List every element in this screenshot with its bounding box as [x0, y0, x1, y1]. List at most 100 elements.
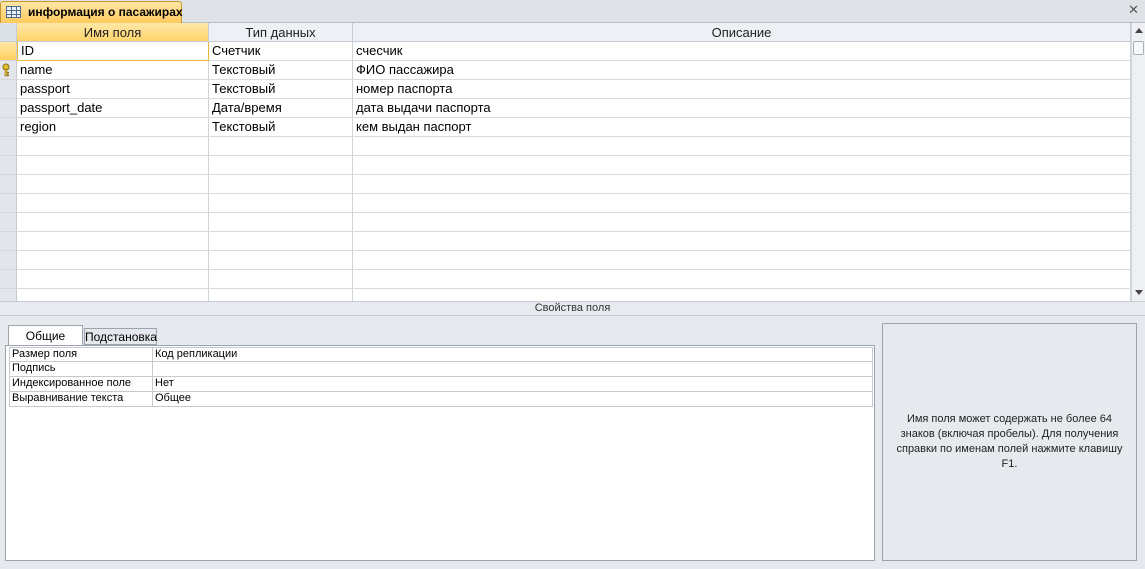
row-selector[interactable]: [0, 251, 17, 270]
description-cell[interactable]: кем выдан паспорт: [353, 118, 1131, 137]
field-name-cell[interactable]: [17, 251, 209, 270]
field-name-cell[interactable]: [17, 156, 209, 175]
description-cell[interactable]: [353, 270, 1131, 289]
data-type-cell[interactable]: Текстовый: [209, 80, 353, 99]
table-row[interactable]: [0, 270, 1131, 289]
description-cell[interactable]: [353, 213, 1131, 232]
table-row[interactable]: passport Текстовый номер паспорта: [0, 80, 1131, 99]
tab-lookup[interactable]: Подстановка: [84, 328, 157, 345]
description-cell[interactable]: [353, 251, 1131, 270]
field-name-cell[interactable]: [17, 270, 209, 289]
field-name-cell[interactable]: passport_date: [17, 99, 209, 118]
property-value[interactable]: Нет: [152, 377, 873, 392]
document-tab[interactable]: информация о пасажирах: [0, 1, 183, 23]
row-selector[interactable]: [0, 99, 17, 118]
row-selector[interactable]: [0, 289, 17, 301]
data-type-cell[interactable]: Счетчик: [209, 42, 353, 61]
row-selector[interactable]: [0, 61, 17, 80]
properties-panel: Размер поля Код репликации Подпись Индексир…: [5, 345, 875, 561]
tab-general[interactable]: Общие: [8, 325, 83, 346]
description-cell[interactable]: счесчик: [353, 42, 1131, 61]
field-name-cell[interactable]: region: [17, 118, 209, 137]
field-name-cell[interactable]: name: [17, 61, 209, 80]
table-row[interactable]: [0, 289, 1131, 301]
field-name-cell[interactable]: [17, 194, 209, 213]
field-name-cell[interactable]: [17, 137, 209, 156]
field-name-cell[interactable]: [17, 213, 209, 232]
property-label: Размер поля: [9, 347, 152, 362]
data-type-cell[interactable]: [209, 156, 353, 175]
table-row[interactable]: [0, 175, 1131, 194]
table-row[interactable]: [0, 156, 1131, 175]
row-selector[interactable]: [0, 194, 17, 213]
table-row[interactable]: region Текстовый кем выдан паспорт: [0, 118, 1131, 137]
property-label: Индексированное поле: [9, 377, 152, 392]
table-row[interactable]: [0, 232, 1131, 251]
data-type-cell[interactable]: [209, 194, 353, 213]
data-type-cell[interactable]: Дата/время: [209, 99, 353, 118]
table-row[interactable]: [0, 137, 1131, 156]
table-row[interactable]: passport_date Дата/время дата выдачи паспо…: [0, 99, 1131, 118]
vertical-scrollbar[interactable]: [1131, 23, 1145, 301]
help-text: Имя поля может содержать не более 64 зна…: [896, 413, 1123, 470]
description-cell[interactable]: [353, 289, 1131, 301]
scroll-thumb[interactable]: [1133, 41, 1144, 55]
description-cell[interactable]: [353, 194, 1131, 213]
field-properties-pane: Общие Подстановка Размер поля Код реплика…: [0, 316, 1145, 569]
data-type-cell[interactable]: [209, 251, 353, 270]
description-cell[interactable]: [353, 232, 1131, 251]
column-header-data-type[interactable]: Тип данных: [209, 23, 353, 42]
property-value[interactable]: Код репликации: [152, 347, 873, 362]
property-value[interactable]: [152, 362, 873, 377]
description-cell[interactable]: [353, 137, 1131, 156]
description-cell[interactable]: [353, 156, 1131, 175]
table-icon: [6, 6, 21, 18]
property-value[interactable]: Общее: [152, 392, 873, 407]
property-row[interactable]: Подпись: [9, 362, 873, 377]
table-row[interactable]: [0, 251, 1131, 270]
close-icon[interactable]: ✕: [1128, 2, 1139, 18]
description-cell[interactable]: дата выдачи паспорта: [353, 99, 1131, 118]
row-selector[interactable]: [0, 232, 17, 251]
data-type-cell[interactable]: Текстовый: [209, 61, 353, 80]
description-cell[interactable]: номер паспорта: [353, 80, 1131, 99]
document-tab-strip: информация о пасажирах ✕: [0, 0, 1145, 23]
field-name-cell[interactable]: [17, 289, 209, 301]
row-selector[interactable]: [0, 156, 17, 175]
field-design-grid: Имя поля Тип данных Описание ID Счетчик сч…: [0, 23, 1131, 301]
field-name-cell[interactable]: [17, 232, 209, 251]
row-selector[interactable]: [0, 118, 17, 137]
select-all-corner[interactable]: [0, 23, 17, 42]
row-selector[interactable]: [0, 137, 17, 156]
column-header-description[interactable]: Описание: [353, 23, 1131, 42]
scroll-up-icon[interactable]: [1135, 28, 1143, 33]
data-type-cell[interactable]: [209, 175, 353, 194]
table-row[interactable]: ID Счетчик счесчик: [0, 42, 1131, 61]
row-selector[interactable]: [0, 175, 17, 194]
table-row[interactable]: name Текстовый ФИО пассажира: [0, 61, 1131, 80]
field-name-cell[interactable]: [17, 175, 209, 194]
column-header-field-name[interactable]: Имя поля: [17, 23, 209, 42]
data-type-cell[interactable]: [209, 232, 353, 251]
data-type-cell[interactable]: [209, 213, 353, 232]
table-row[interactable]: [0, 194, 1131, 213]
row-selector[interactable]: [0, 213, 17, 232]
property-row[interactable]: Выравнивание текста Общее: [9, 392, 873, 407]
row-selector[interactable]: [0, 42, 17, 61]
data-type-cell[interactable]: [209, 289, 353, 301]
field-properties-title: Свойства поля: [0, 301, 1145, 316]
property-row[interactable]: Размер поля Код репликации: [9, 347, 873, 362]
scroll-down-icon[interactable]: [1135, 290, 1143, 295]
field-name-cell[interactable]: passport: [17, 80, 209, 99]
data-type-cell[interactable]: [209, 137, 353, 156]
row-selector[interactable]: [0, 270, 17, 289]
description-cell[interactable]: [353, 175, 1131, 194]
data-type-cell[interactable]: [209, 270, 353, 289]
field-name-cell[interactable]: ID: [17, 42, 209, 61]
property-row[interactable]: Индексированное поле Нет: [9, 377, 873, 392]
description-cell[interactable]: ФИО пассажира: [353, 61, 1131, 80]
data-type-cell[interactable]: Текстовый: [209, 118, 353, 137]
table-row[interactable]: [0, 213, 1131, 232]
property-label: Выравнивание текста: [9, 392, 152, 407]
row-selector[interactable]: [0, 80, 17, 99]
